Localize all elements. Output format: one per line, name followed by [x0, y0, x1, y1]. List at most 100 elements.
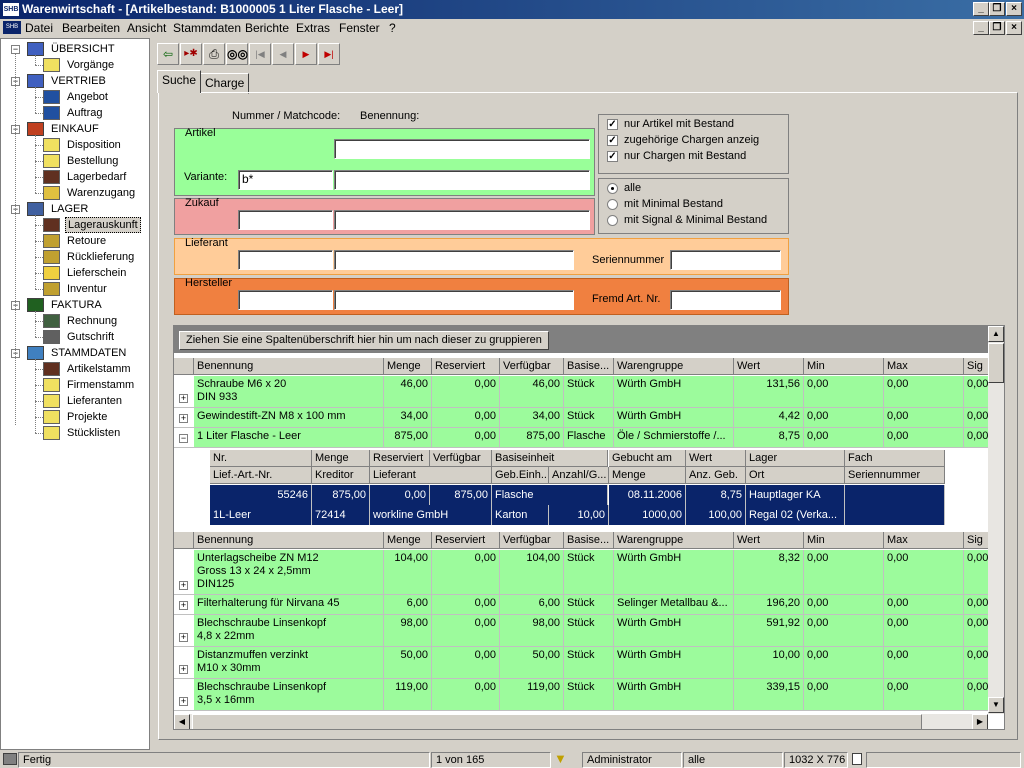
grid-cell[interactable]: Würth GmbH [614, 647, 734, 679]
new-record-icon[interactable]: ▸✱ [180, 43, 202, 65]
tab-charge[interactable]: Charge [200, 73, 250, 94]
grid-cell[interactable]: 8,75 [734, 428, 804, 448]
detail-header2-2[interactable]: Lieferant [370, 467, 492, 484]
detail-header2-0[interactable]: Lief.-Art.-Nr. [210, 467, 312, 484]
detail-cell[interactable]: 875,00 [312, 485, 370, 505]
grid-cell[interactable]: Blechschraube Linsenkopf 4,8 x 22mm [194, 615, 384, 647]
tree-item-inventur[interactable]: Inventur [43, 281, 147, 297]
grid-cell[interactable]: 0,00 [884, 595, 964, 615]
tree-item-artikelstamm[interactable]: Artikelstamm [43, 361, 147, 377]
grid-cell[interactable]: Würth GmbH [614, 550, 734, 595]
menu-datei[interactable]: Datei [25, 21, 53, 35]
grid-header-0[interactable]: Benennung [194, 358, 384, 375]
grid-cell[interactable]: 34,00 [500, 408, 564, 428]
grid-cell[interactable]: 0,00 [432, 647, 500, 679]
detail-cell[interactable]: Regal 02 (Verka... [746, 505, 845, 525]
menu-stammdaten[interactable]: Stammdaten [173, 21, 241, 35]
grid-header-2-1[interactable]: Menge [384, 532, 432, 549]
variante-input[interactable]: b* [238, 170, 333, 190]
row-expander-icon[interactable]: + [179, 697, 188, 706]
grid-cell[interactable]: 0,00 [804, 408, 884, 428]
restore-icon[interactable]: ❐ [989, 2, 1005, 16]
detail-cell[interactable] [845, 505, 945, 525]
checkbox-2[interactable]: ✓ [607, 151, 618, 162]
grid-cell[interactable]: 0,00 [804, 647, 884, 679]
detail-header2-4[interactable]: Anzahl/G... [549, 467, 609, 484]
grid-cell[interactable]: 0,00 [804, 615, 884, 647]
detail-cell[interactable]: Karton [492, 505, 549, 525]
grid-cell[interactable]: 0,00 [432, 550, 500, 595]
detail-header2-3[interactable]: Geb.Einh... [492, 467, 549, 484]
tree-item-lagerauskunft[interactable]: Lagerauskunft [43, 217, 147, 233]
detail-header-0[interactable]: Nr. [210, 450, 312, 467]
row-expander-icon[interactable]: + [179, 581, 188, 590]
grid-header-2-7[interactable]: Min [804, 532, 884, 549]
grid-header-2[interactable]: Reserviert [432, 358, 500, 375]
grid-cell[interactable]: 98,00 [384, 615, 432, 647]
detail-cell[interactable]: 1000,00 [609, 505, 686, 525]
hersteller-number-input[interactable] [238, 290, 333, 310]
exit-icon[interactable]: ⇦ [157, 43, 179, 65]
grid-cell[interactable]: 0,00 [804, 376, 884, 408]
minimize-icon[interactable]: _ [973, 2, 989, 16]
grid-cell[interactable]: Stück [564, 679, 614, 711]
tree-item-lieferanten[interactable]: Lieferanten [43, 393, 147, 409]
detail-cell[interactable] [845, 485, 945, 505]
detail-cell[interactable]: 875,00 [430, 485, 492, 505]
grid-cell[interactable]: 46,00 [500, 376, 564, 408]
detail-cell[interactable]: 8,75 [686, 485, 746, 505]
horizontal-scrollbar[interactable]: ◀ ▶ [174, 714, 988, 729]
tree-item-retoure[interactable]: Retoure [43, 233, 147, 249]
menu-bearbeiten[interactable]: Bearbeiten [62, 21, 120, 35]
detail-header-4[interactable]: Basiseinheit [492, 450, 608, 467]
last-record-icon[interactable]: ▶| [318, 43, 340, 65]
vertical-scrollbar[interactable]: ▲ ▼ [988, 326, 1004, 714]
detail-header-8[interactable]: Fach [845, 450, 945, 467]
mdi-restore-icon[interactable]: ❐ [989, 21, 1005, 35]
menu-help[interactable]: ? [389, 21, 396, 35]
grid-cell[interactable]: 0,00 [804, 595, 884, 615]
grid-cell[interactable]: 98,00 [500, 615, 564, 647]
detail-header2-1[interactable]: Kreditor [312, 467, 370, 484]
print-icon[interactable]: ⎙ [203, 43, 225, 65]
detail-cell[interactable]: 10,00 [549, 505, 609, 525]
grid-cell[interactable]: 196,20 [734, 595, 804, 615]
grid-cell[interactable]: Stück [564, 595, 614, 615]
tree-item-rücklieferung[interactable]: Rücklieferung [43, 249, 147, 265]
tree-group-vertrieb[interactable]: VERTRIEB [27, 73, 147, 89]
detail-cell[interactable]: 1L-Leer [210, 505, 312, 525]
detail-cell[interactable]: 100,00 [686, 505, 746, 525]
row-expander-icon[interactable]: + [179, 633, 188, 642]
grid-cell[interactable]: 34,00 [384, 408, 432, 428]
checkbox-0[interactable]: ✓ [607, 119, 618, 130]
tab-suche[interactable]: Suche [157, 70, 202, 93]
menu-ansicht[interactable]: Ansicht [127, 21, 166, 35]
tree-item-lagerbedarf[interactable]: Lagerbedarf [43, 169, 147, 185]
grid-header-6[interactable]: Wert [734, 358, 804, 375]
scroll-right-icon[interactable]: ▶ [972, 714, 988, 729]
tree-item-auftrag[interactable]: Auftrag [43, 105, 147, 121]
grid-header-5[interactable]: Warengruppe [614, 358, 734, 375]
radio-1[interactable] [607, 199, 618, 210]
grid-cell[interactable]: Unterlagscheibe ZN M12 Gross 13 x 24 x 2… [194, 550, 384, 595]
lieferant-name-input[interactable] [334, 250, 574, 270]
detail-cell[interactable]: 0,00 [370, 485, 430, 505]
artikel-name-input[interactable] [334, 139, 590, 159]
grid-cell[interactable]: Stück [564, 376, 614, 408]
menu-extras[interactable]: Extras [296, 21, 330, 35]
grid-cell[interactable]: Öle / Schmierstoffe /... [614, 428, 734, 448]
grid-cell[interactable]: 0,00 [884, 647, 964, 679]
grid-header-2-8[interactable]: Max [884, 532, 964, 549]
grid-cell[interactable]: Schraube M6 x 20 DIN 933 [194, 376, 384, 408]
grid-cell[interactable]: 0,00 [432, 408, 500, 428]
next-record-icon[interactable]: ▶ [295, 43, 317, 65]
grid-cell[interactable]: 875,00 [384, 428, 432, 448]
grid-cell[interactable]: Würth GmbH [614, 615, 734, 647]
detail-header-2[interactable]: Reserviert [370, 450, 430, 467]
first-record-icon[interactable]: |◀ [249, 43, 271, 65]
grid-cell[interactable]: 0,00 [884, 550, 964, 595]
grid-cell[interactable]: 0,00 [804, 550, 884, 595]
lieferant-number-input[interactable] [238, 250, 333, 270]
grid-cell[interactable]: 0,00 [884, 408, 964, 428]
tree-group-übersicht[interactable]: ÜBERSICHT [27, 41, 147, 57]
